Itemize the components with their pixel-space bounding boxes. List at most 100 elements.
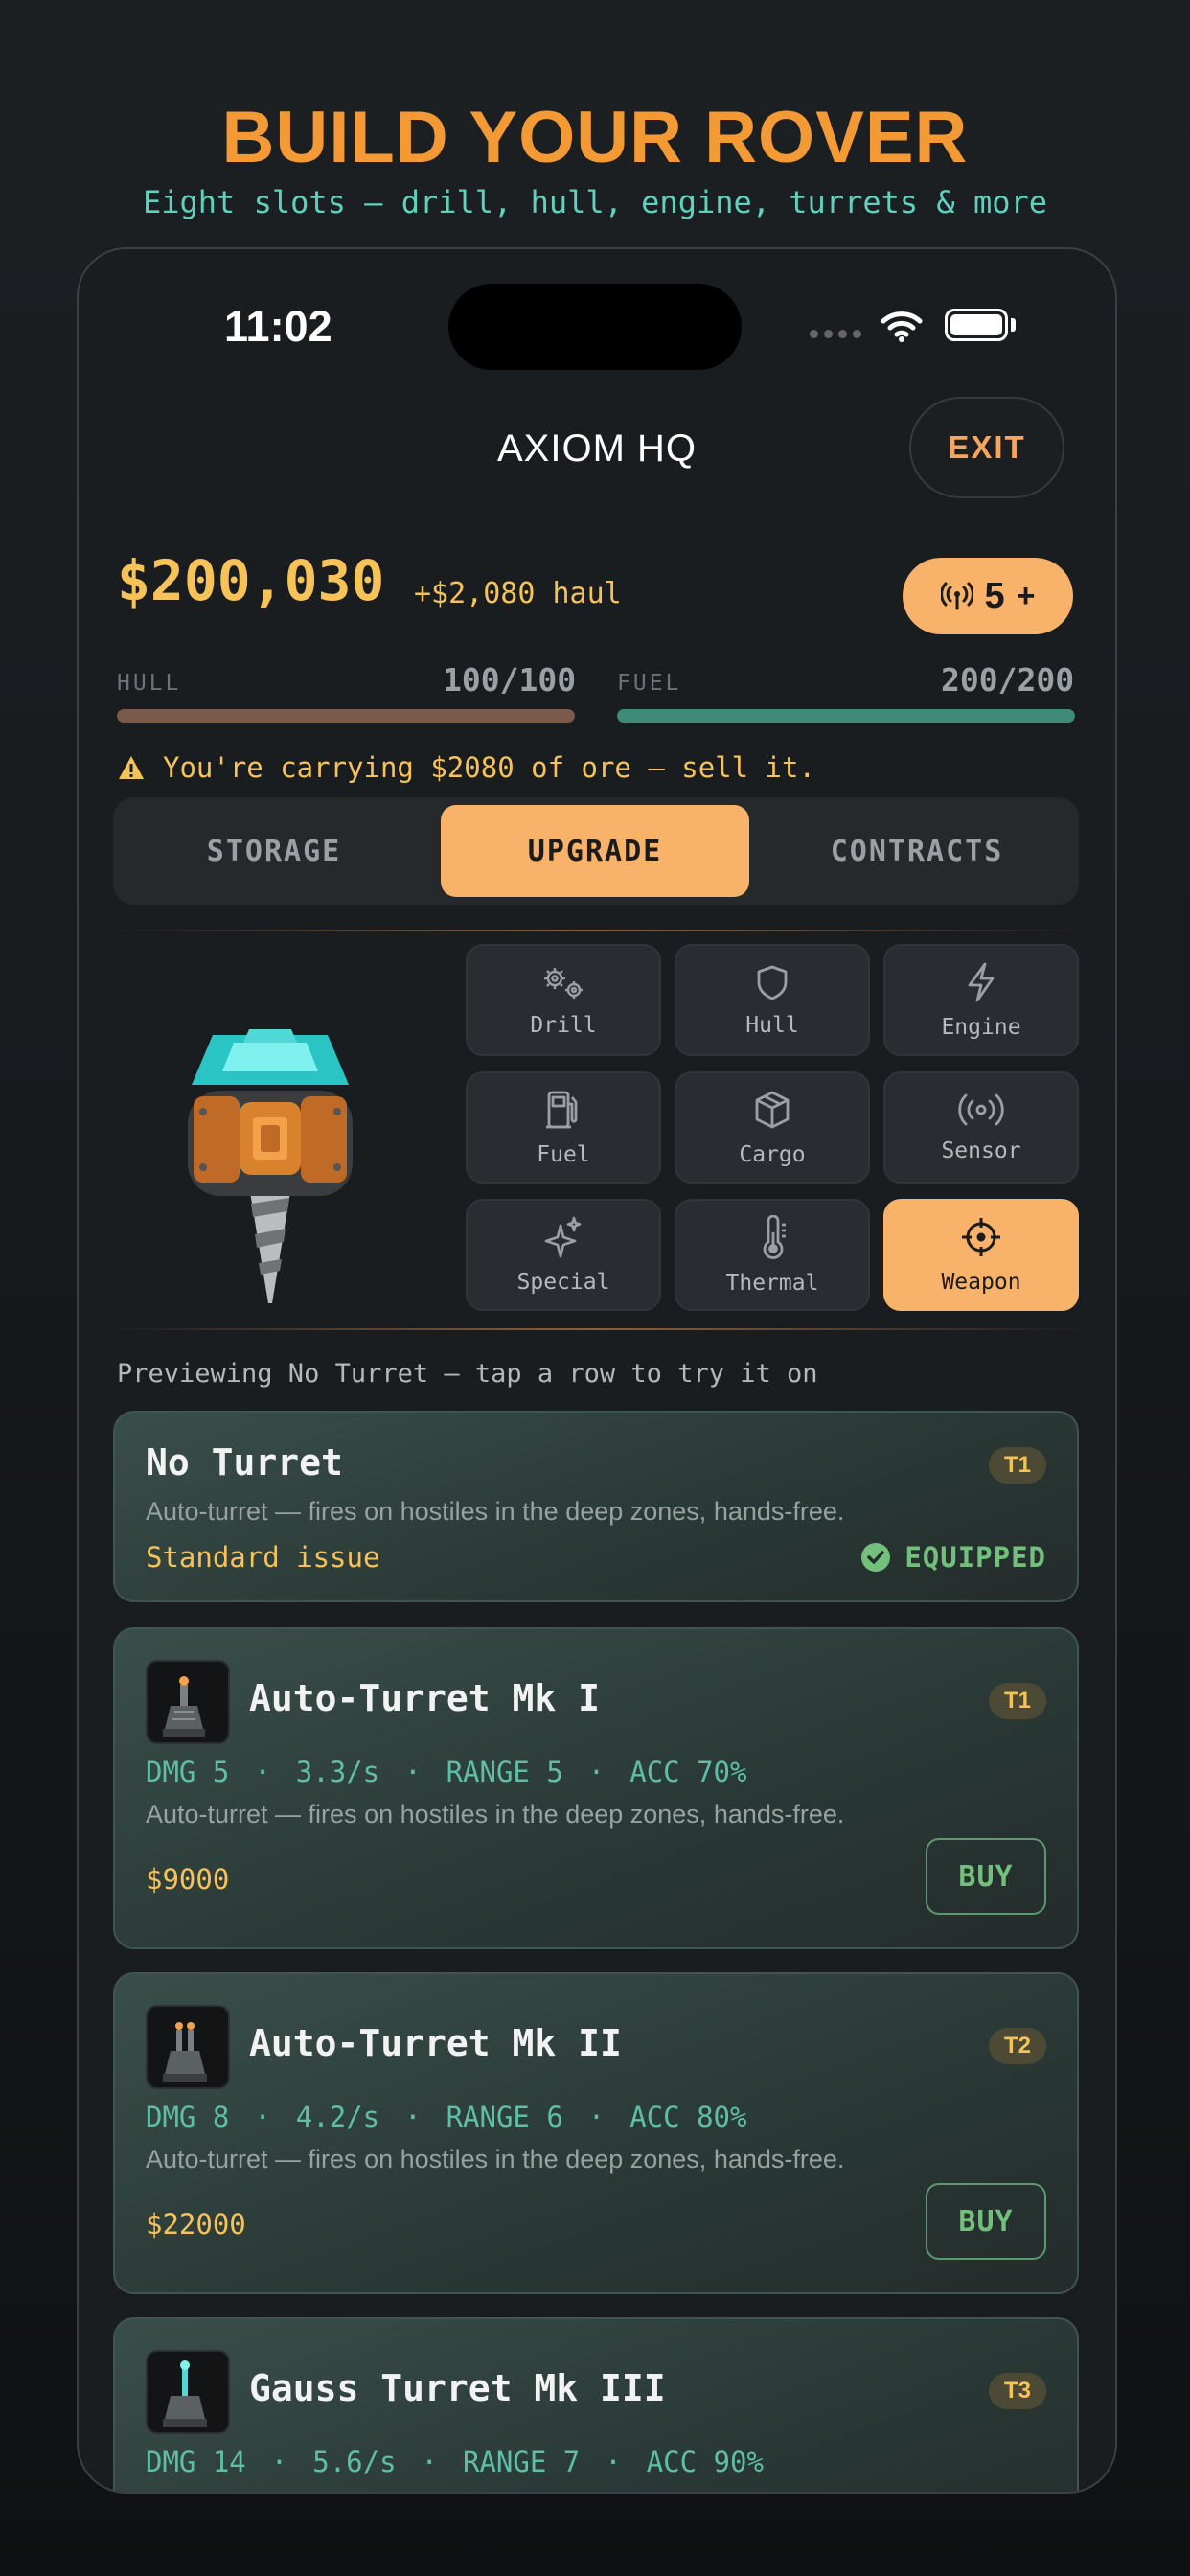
rover-illustration [188,1029,353,1303]
slot-cargo[interactable]: Cargo [675,1071,870,1184]
slot-hull[interactable]: Hull [675,944,870,1056]
stat-accuracy: ACC 70% [629,1756,747,1788]
slot-label: Engine [941,1014,1021,1040]
item-price: $9000 [146,1863,230,1896]
item-price: Standard issue [146,1541,380,1574]
preview-hint: Previewing No Turret — tap a row to try … [117,1359,818,1389]
item-card-auto-turret-mk1[interactable]: Auto-Turret Mk I T1 DMG 5 · 3.3/s · RANG… [113,1627,1079,1949]
item-name: Gauss Turret Mk III [249,2367,666,2409]
crosshair-icon [962,1217,1000,1256]
thermometer-icon [763,1214,786,1259]
tier-badge: T1 [989,1447,1046,1484]
item-card-gauss-turret-mk3[interactable]: Gauss Turret Mk III T3 DMG 14 · 5.6/s · … [113,2317,1079,2492]
stat-accuracy: ACC 80% [629,2101,747,2133]
stat-separator: · [270,2446,288,2478]
turret-thumbnail [146,2350,230,2434]
battery-tip [1011,318,1016,332]
signal-count: 5 [984,575,1005,616]
stat-separator: · [587,2101,606,2133]
signal-pill-button[interactable]: 5 + [903,558,1073,634]
item-stats: DMG 14 · 5.6/s · RANGE 7 · ACC 90% [146,2446,764,2478]
battery-icon [945,309,1008,341]
slot-engine[interactable]: Engine [883,944,1079,1056]
tier-badge: T3 [989,2373,1046,2409]
tier-badge: T1 [989,1683,1046,1719]
fuel-value: 200/200 [941,661,1075,699]
stat-range: RANGE 7 [463,2446,581,2478]
ore-warning: You're carrying $2080 of ore — sell it. [117,751,815,784]
phone-frame: 11:02 AXIOM HQ EXIT $200,030 +$2,080 hau… [77,247,1117,2494]
turret-thumbnail [146,2005,230,2089]
tab-bar: STORAGE UPGRADE CONTRACTS [113,797,1079,905]
turret-thumbnail [146,1660,230,1744]
item-name: Auto-Turret Mk I [249,1677,601,1719]
tab-upgrade[interactable]: UPGRADE [441,805,749,897]
slot-drill[interactable]: Drill [466,944,661,1056]
promo-title: BUILD YOUR ROVER [221,97,969,178]
stat-separator: · [254,2101,271,2133]
slot-fuel[interactable]: Fuel [466,1071,661,1184]
slot-label: Weapon [941,1269,1021,1295]
tab-storage[interactable]: STORAGE [121,805,427,897]
balance: $200,030 [117,548,385,613]
stat-separator: · [404,1756,422,1788]
signal-plus: + [1016,577,1036,614]
fuel-label: FUEL [617,671,682,696]
section-divider [107,1328,1085,1330]
slot-weapon[interactable]: Weapon [883,1199,1079,1311]
stat-rate: 5.6/s [312,2446,397,2478]
hull-bar [117,709,575,723]
stat-damage: DMG 14 [146,2446,246,2478]
haul-amount: +$2,080 haul [414,577,622,610]
shield-icon [757,965,788,1000]
equipped-label: EQUIPPED [904,1541,1046,1574]
tab-contracts[interactable]: CONTRACTS [763,805,1071,897]
sparkle-icon [544,1216,582,1257]
stat-rate: 3.3/s [295,1756,380,1788]
item-name: Auto-Turret Mk II [249,2022,622,2064]
item-card-auto-turret-mk2[interactable]: Auto-Turret Mk II T2 DMG 8 · 4.2/s · RAN… [113,1972,1079,2294]
stat-accuracy: ACC 90% [646,2446,764,2478]
slot-label: Hull [745,1012,799,1038]
item-stats: DMG 5 · 3.3/s · RANGE 5 · ACC 70% [146,1756,746,1788]
warning-triangle-icon [119,756,144,779]
section-divider [107,930,1085,932]
slot-sensor[interactable]: Sensor [883,1071,1079,1184]
broadcast-icon [940,582,973,610]
stat-damage: DMG 5 [146,1756,230,1788]
slot-label: Cargo [739,1141,806,1167]
checkmark-circle-icon [861,1543,891,1572]
slot-thermal[interactable]: Thermal [675,1199,870,1311]
slot-special[interactable]: Special [466,1199,661,1311]
stat-rate: 4.2/s [295,2101,380,2133]
fuel-bar-fill [617,709,1075,723]
tier-badge: T2 [989,2028,1046,2064]
slot-label: Sensor [941,1138,1021,1163]
buy-button[interactable]: BUY [926,1838,1046,1915]
fuel-pump-icon [546,1091,578,1128]
slot-label: Thermal [725,1270,819,1296]
cellular-signal-icon [810,330,861,338]
stat-range: RANGE 5 [446,1756,563,1788]
item-price: $22000 [146,2208,246,2241]
buy-button[interactable]: BUY [926,2183,1046,2260]
stat-separator: · [254,1756,271,1788]
equipped-status: EQUIPPED [860,1541,1046,1574]
item-description: Auto-turret — fires on hostiles in the d… [146,1800,845,1828]
item-description: Auto-turret — fires on hostiles in the d… [146,2145,845,2174]
stat-separator: · [587,1756,606,1788]
stat-separator: · [421,2446,439,2478]
box-icon [755,1091,790,1128]
dynamic-island [448,284,742,370]
slot-label: Fuel [537,1141,590,1167]
stat-separator: · [404,2101,422,2133]
stat-damage: DMG 8 [146,2101,230,2133]
warning-text: You're carrying $2080 of ore — sell it. [163,751,815,784]
lightning-icon [968,962,995,1001]
item-card-no-turret[interactable]: No Turret T1 Auto-turret — fires on host… [113,1411,1079,1602]
exit-button[interactable]: EXIT [909,397,1064,498]
gears-icon [544,967,583,999]
slot-label: Special [516,1269,610,1295]
stat-range: RANGE 6 [446,2101,563,2133]
item-stats: DMG 8 · 4.2/s · RANGE 6 · ACC 80% [146,2101,746,2133]
